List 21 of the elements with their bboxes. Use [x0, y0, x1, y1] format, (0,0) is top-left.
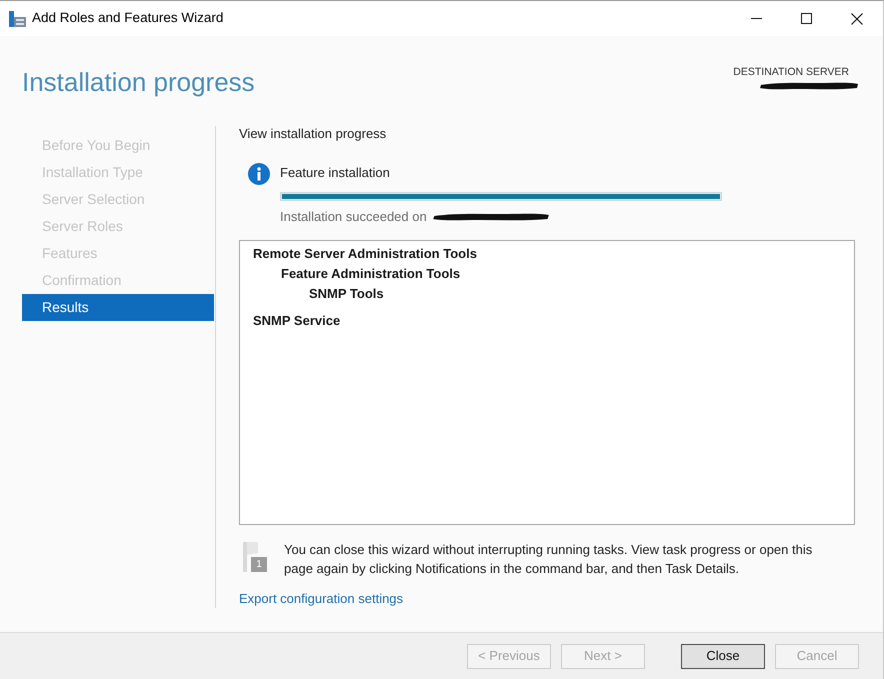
window-title: Add Roles and Features Wizard	[32, 9, 224, 28]
status-message: Installation succeeded on	[280, 208, 427, 226]
close-icon	[851, 12, 863, 24]
export-link[interactable]: Export configuration settings	[239, 590, 404, 608]
feature-label: SNMP Tools	[309, 285, 384, 303]
info-icon	[248, 163, 270, 185]
app-icon	[9, 10, 26, 26]
wizard-step[interactable]: Results	[22, 294, 214, 321]
maximize-icon	[800, 13, 812, 24]
status-title: Feature installation	[280, 164, 390, 182]
feature-label: Feature Administration Tools	[281, 265, 460, 283]
feature-label: Remote Server Administration Tools	[253, 245, 477, 263]
notice-text: You can close this wizard without interrupting running tasks. View task progress or open this page again by clicking Notifications in the command bar, and then Task Details.	[284, 541, 814, 578]
minimize-icon	[750, 18, 762, 19]
destination-label: DESTINATION SERVER	[733, 65, 849, 79]
flag-icon	[243, 542, 258, 572]
wizard-button[interactable]: Close	[681, 644, 765, 668]
section-heading: View installation progress	[239, 125, 386, 143]
feature-label: SNMP Service	[253, 312, 340, 330]
notification-badge: 1	[251, 557, 267, 572]
page-title: Installation progress	[22, 66, 255, 98]
